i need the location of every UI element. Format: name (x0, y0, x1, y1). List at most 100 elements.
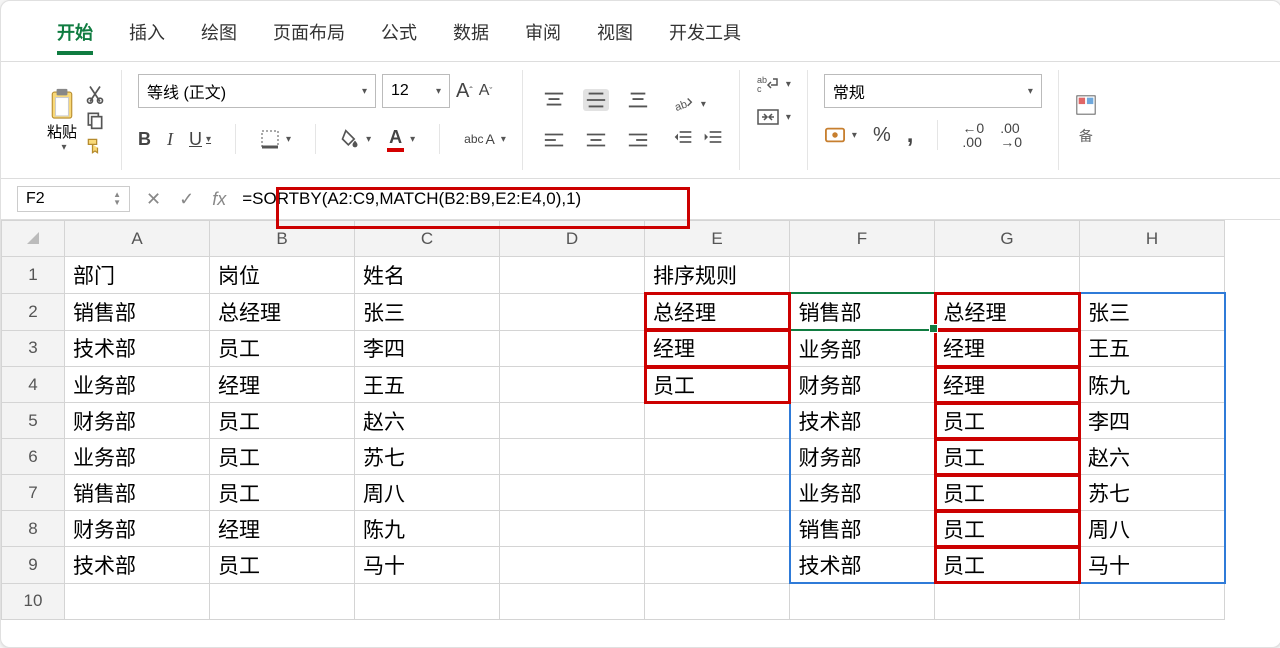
underline-button[interactable]: U▾ (189, 129, 211, 150)
tab-developer[interactable]: 开发工具 (651, 13, 759, 51)
cell-D6[interactable] (500, 439, 645, 475)
cell-B2[interactable]: 总经理 (210, 293, 355, 330)
cell-A6[interactable]: 业务部 (65, 439, 210, 475)
cell-D4[interactable] (500, 367, 645, 403)
cell-B9[interactable]: 员工 (210, 547, 355, 584)
cell-A2[interactable]: 销售部 (65, 293, 210, 330)
tab-data[interactable]: 数据 (435, 13, 507, 51)
cell-D10[interactable] (500, 583, 645, 620)
cell-E3[interactable]: 经理 (645, 330, 790, 367)
cancel-icon[interactable]: ✕ (146, 189, 161, 210)
cell-E10[interactable] (645, 583, 790, 620)
cut-icon[interactable] (85, 84, 105, 104)
cell-F9[interactable]: 技术部 (790, 547, 935, 584)
cell-E1[interactable]: 排序规则 (645, 257, 790, 294)
cell-E5[interactable] (645, 403, 790, 439)
cell-A5[interactable]: 财务部 (65, 403, 210, 439)
cell-G8[interactable]: 员工 (935, 511, 1080, 547)
cell-A10[interactable] (65, 583, 210, 620)
cell-F8[interactable]: 销售部 (790, 511, 935, 547)
fx-icon[interactable]: fx (212, 189, 226, 210)
cell-B3[interactable]: 员工 (210, 330, 355, 367)
cell-G4[interactable]: 经理 (935, 367, 1080, 403)
tab-home[interactable]: 开始 (39, 13, 111, 51)
cell-A9[interactable]: 技术部 (65, 547, 210, 584)
align-middle-icon[interactable] (583, 89, 609, 111)
cell-B10[interactable] (210, 583, 355, 620)
col-header-F[interactable]: F (790, 221, 935, 257)
cell-C3[interactable]: 李四 (355, 330, 500, 367)
cell-G7[interactable]: 员工 (935, 475, 1080, 511)
cell-C8[interactable]: 陈九 (355, 511, 500, 547)
cell-G5[interactable]: 员工 (935, 403, 1080, 439)
row-header[interactable]: 1 (2, 257, 65, 294)
percent-button[interactable]: % (873, 124, 891, 147)
cell-C10[interactable] (355, 583, 500, 620)
cell-E4[interactable]: 员工 (645, 367, 790, 403)
row-header[interactable]: 3 (2, 330, 65, 367)
col-header-D[interactable]: D (500, 221, 645, 257)
cell-A1[interactable]: 部门 (65, 257, 210, 294)
cell-F2[interactable]: 销售部 (790, 293, 935, 330)
cell-B1[interactable]: 岗位 (210, 257, 355, 294)
cell-C1[interactable]: 姓名 (355, 257, 500, 294)
tab-formulas[interactable]: 公式 (363, 13, 435, 51)
merge-cells-button[interactable]: ▾ (756, 108, 791, 126)
cell-C4[interactable]: 王五 (355, 367, 500, 403)
cell-D9[interactable] (500, 547, 645, 584)
font-size-dropdown[interactable]: 12 ▾ (382, 74, 450, 108)
row-header[interactable]: 7 (2, 475, 65, 511)
col-header-G[interactable]: G (935, 221, 1080, 257)
row-header[interactable]: 10 (2, 583, 65, 620)
cell-H10[interactable] (1080, 583, 1225, 620)
phonetic-guide-button[interactable]: abcA ▾ (464, 131, 506, 147)
col-header-C[interactable]: C (355, 221, 500, 257)
tab-view[interactable]: 视图 (579, 13, 651, 51)
border-button[interactable]: ▾ (260, 129, 291, 149)
decrease-indent-icon[interactable] (673, 128, 693, 146)
cell-C9[interactable]: 马十 (355, 547, 500, 584)
cell-D1[interactable] (500, 257, 645, 294)
tab-review[interactable]: 审阅 (507, 13, 579, 51)
increase-font-icon[interactable]: Aˆ (456, 74, 473, 108)
align-right-icon[interactable] (627, 131, 649, 149)
wrap-text-button[interactable]: abc ▾ (756, 74, 791, 94)
cell-F10[interactable] (790, 583, 935, 620)
cell-D3[interactable] (500, 330, 645, 367)
increase-indent-icon[interactable] (703, 128, 723, 146)
row-header[interactable]: 6 (2, 439, 65, 475)
cell-G1[interactable] (935, 257, 1080, 294)
cell-F4[interactable]: 财务部 (790, 367, 935, 403)
cell-H8[interactable]: 周八 (1080, 511, 1225, 547)
cell-G9[interactable]: 员工 (935, 547, 1080, 584)
cell-F6[interactable]: 财务部 (790, 439, 935, 475)
orientation-button[interactable]: ab ▾ (673, 94, 723, 114)
spreadsheet[interactable]: A B C D E F G H 1部门岗位姓名排序规则2销售部总经理张三总经理销… (1, 220, 1280, 646)
row-header[interactable]: 9 (2, 547, 65, 584)
align-top-icon[interactable] (543, 91, 565, 109)
cell-A3[interactable]: 技术部 (65, 330, 210, 367)
cell-H5[interactable]: 李四 (1080, 403, 1225, 439)
cell-F5[interactable]: 技术部 (790, 403, 935, 439)
comma-button[interactable]: , (907, 121, 914, 149)
cell-E9[interactable] (645, 547, 790, 584)
select-all-corner[interactable] (2, 221, 65, 257)
row-header[interactable]: 5 (2, 403, 65, 439)
currency-button[interactable]: ▾ (824, 125, 857, 145)
number-format-dropdown[interactable]: 常规 ▾ (824, 74, 1042, 108)
cell-G2[interactable]: 总经理 (935, 293, 1080, 330)
format-painter-icon[interactable] (85, 136, 105, 156)
cell-D7[interactable] (500, 475, 645, 511)
cell-H2[interactable]: 张三 (1080, 293, 1225, 330)
row-header[interactable]: 4 (2, 367, 65, 403)
cell-H3[interactable]: 王五 (1080, 330, 1225, 367)
cell-B7[interactable]: 员工 (210, 475, 355, 511)
cell-C5[interactable]: 赵六 (355, 403, 500, 439)
formula-input[interactable] (238, 187, 1275, 211)
cell-H9[interactable]: 马十 (1080, 547, 1225, 584)
tab-page-layout[interactable]: 页面布局 (255, 13, 363, 51)
fill-color-button[interactable]: ▾ (340, 129, 371, 149)
cell-B6[interactable]: 员工 (210, 439, 355, 475)
decrease-decimal-icon[interactable]: .00→0 (1000, 121, 1022, 149)
cell-H1[interactable] (1080, 257, 1225, 294)
